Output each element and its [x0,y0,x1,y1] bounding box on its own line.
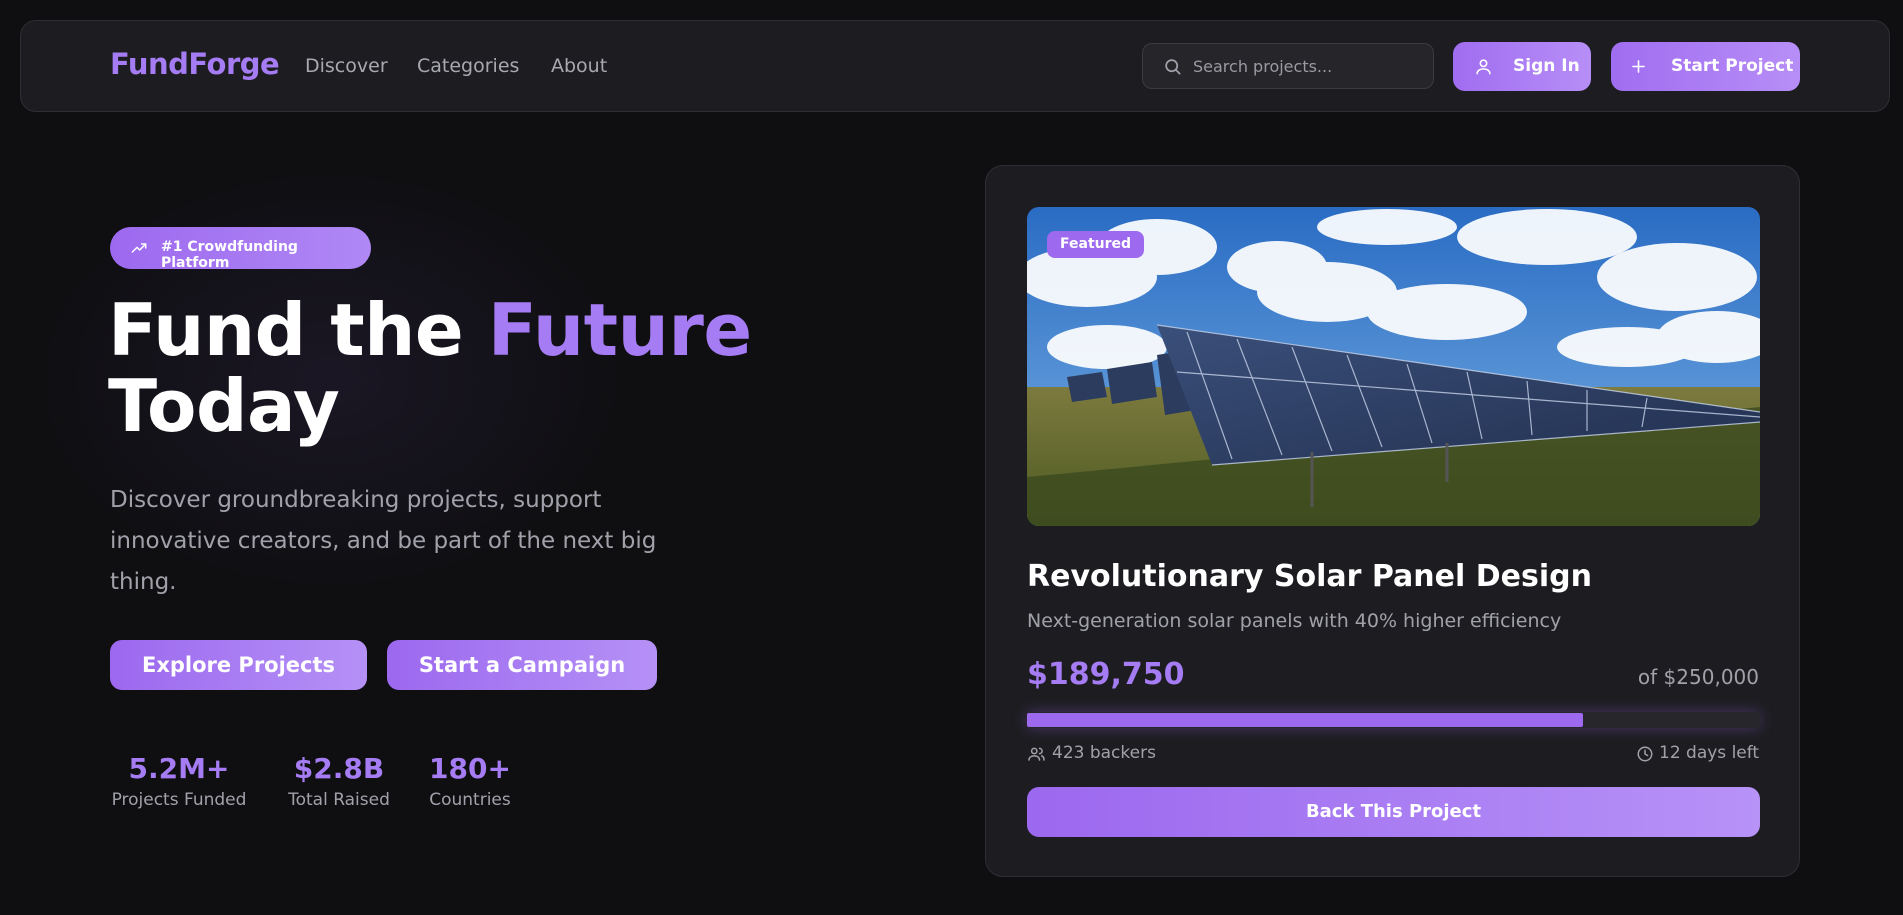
hero-title-accent: Future [487,288,752,372]
funding-progress-bar [1027,712,1760,728]
search-icon [1165,59,1181,75]
hero-title-part2: Today [108,364,340,448]
nav-link-discover[interactable]: Discover [305,55,388,77]
clock-icon [1637,746,1653,762]
stat-label: Total Raised [288,790,390,810]
stat-label: Projects Funded [111,790,247,810]
brand-logo[interactable]: FundForge [110,47,280,81]
start-project-button[interactable]: Start Project [1611,42,1800,91]
hero-badge-label: #1 Crowdfunding Platform [161,239,298,271]
featured-tag: Featured [1047,231,1145,258]
backers-label: 423 backers [1052,743,1156,763]
search-box [1142,43,1434,89]
sign-in-label: Sign In [1513,56,1580,76]
hero-title: Fund the Future Today [108,292,752,444]
funding-progress-fill [1027,713,1584,727]
users-icon [1028,747,1045,761]
project-image[interactable]: Featured [1027,207,1760,526]
stat-total-raised: $2.8B Total Raised [287,752,391,810]
stat-value: 5.2M+ [128,752,230,785]
stat-projects-funded: 5.2M+ Projects Funded [110,752,248,810]
nav-link-categories[interactable]: Categories [417,55,519,77]
stat-countries: 180+ Countries [428,752,512,810]
sign-in-button[interactable]: Sign In [1453,42,1591,91]
stat-value: 180+ [429,752,511,785]
project-title[interactable]: Revolutionary Solar Panel Design [1027,559,1592,594]
top-navbar: FundForge Discover Categories About Sign… [20,20,1890,112]
stat-label: Countries [429,790,511,810]
user-icon [1476,59,1491,75]
days-left-label: 12 days left [1659,743,1760,763]
hero-badge: #1 Crowdfunding Platform [110,227,371,271]
start-campaign-button[interactable]: Start a Campaign [387,640,657,690]
project-description: Next-generation solar panels with 40% hi… [1027,610,1562,632]
trending-up-icon [131,243,147,253]
nav-link-about[interactable]: About [551,55,607,77]
search-input[interactable] [1193,44,1423,88]
explore-projects-button[interactable]: Explore Projects [110,640,367,690]
amount-raised: $189,750 [1027,657,1185,692]
hero-title-part1: Fund the [108,288,488,372]
hero-subtitle: Discover groundbreaking projects, suppor… [110,487,657,595]
start-project-label: Start Project [1671,56,1794,76]
featured-project-card[interactable]: Featured Revolutionary Solar Panel Desig… [985,165,1800,877]
back-project-button[interactable]: Back This Project [1027,787,1760,837]
funding-goal: of $250,000 [1637,665,1759,689]
plus-icon [1632,60,1645,73]
stat-value: $2.8B [293,752,385,785]
